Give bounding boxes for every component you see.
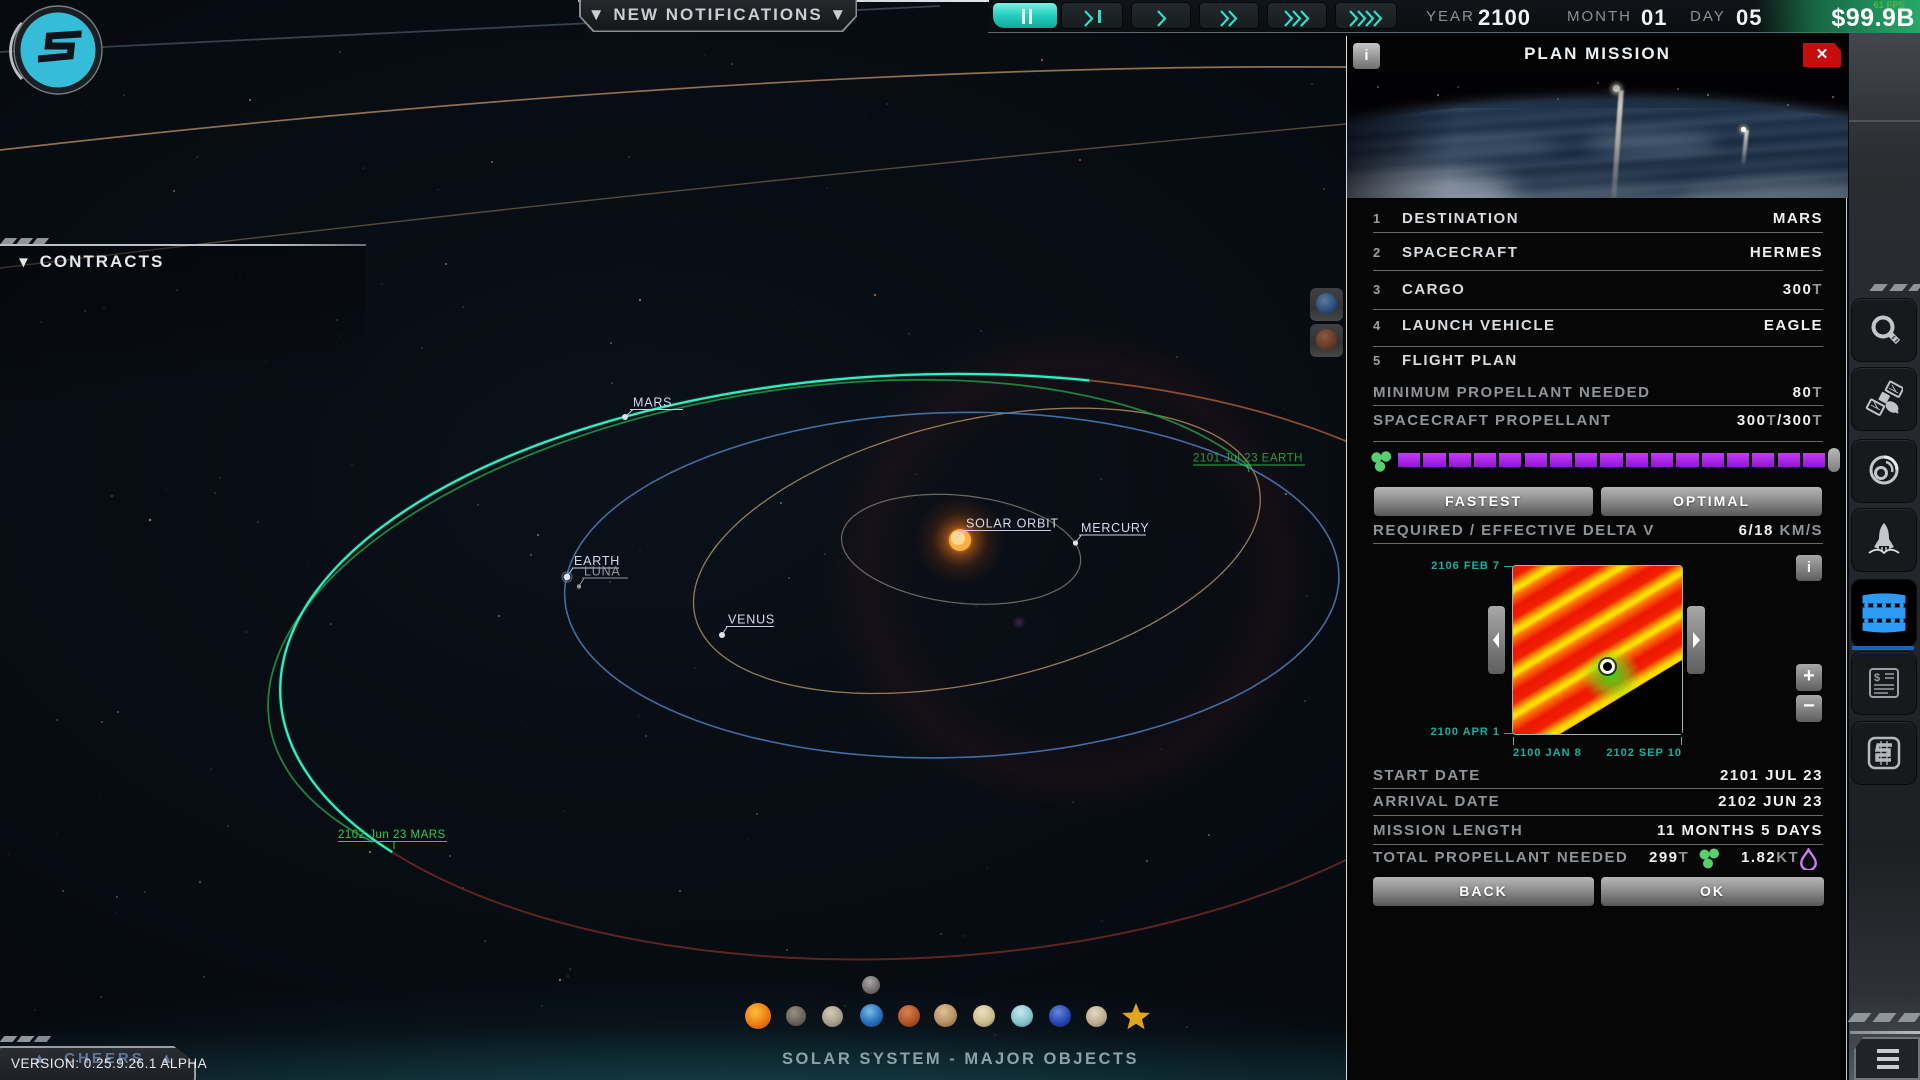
svg-text:2101 Jul 23 EARTH: 2101 Jul 23 EARTH	[1193, 453, 1303, 465]
svg-text:LUNA: LUNA	[584, 565, 621, 579]
svg-text:2102 Jun 23 MARS: 2102 Jun 23 MARS	[338, 829, 446, 841]
svg-text:SOLAR ORBIT: SOLAR ORBIT	[966, 517, 1059, 531]
svg-text:MARS: MARS	[633, 396, 672, 410]
svg-text:MERCURY: MERCURY	[1081, 521, 1150, 535]
svg-text:$: $	[1874, 672, 1880, 684]
svg-text:VENUS: VENUS	[728, 613, 775, 627]
